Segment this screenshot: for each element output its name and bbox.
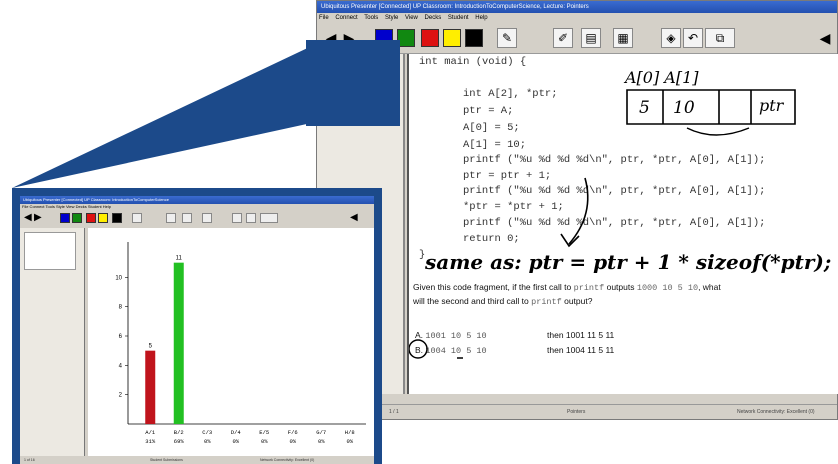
y-tick-label: 4 — [119, 363, 123, 369]
zoomed-undo-icon[interactable] — [246, 213, 256, 223]
zoomed-pen-red[interactable] — [86, 213, 96, 223]
zoomed-pen-yellow[interactable] — [98, 213, 108, 223]
zoomed-scroll-left-icon[interactable]: ◀ — [350, 212, 358, 223]
percent-label: 0% — [346, 438, 353, 445]
y-tick-label: 10 — [115, 275, 122, 281]
category-label: E/5 — [259, 429, 269, 436]
zoomed-pencil-icon[interactable] — [132, 213, 142, 223]
percent-label: 0% — [261, 438, 268, 445]
zoomed-screen-icon[interactable] — [260, 213, 278, 223]
zoomed-highlighter-icon[interactable] — [166, 213, 176, 223]
zoomed-status-mid: Student Submissions — [150, 458, 183, 462]
zoomed-next-icon[interactable]: ▶ — [34, 212, 42, 223]
zoomed-document-icon[interactable] — [202, 213, 212, 223]
zoomed-slide-icon[interactable] — [182, 213, 192, 223]
category-label: D/4 — [231, 429, 242, 436]
zoomed-status-right: Network Connectivity: Excellent (0) — [260, 458, 315, 462]
zoomed-slide[interactable]: 2 4 6 8 10 5 A/1 31% 11 B/2 69% C/3 0% D/4 0% E/5 0% F/6 0… — [88, 228, 374, 456]
response-bar-chart: 2 4 6 8 10 5 A/1 31% 11 B/2 69% C/3 0% D/4 0% E/5 0% F/6 0… — [115, 242, 366, 445]
bar-A-1 — [145, 350, 156, 424]
category-label: B/2 — [174, 429, 184, 436]
category-label: A/1 — [145, 429, 156, 436]
percent-label: 69% — [174, 438, 185, 445]
zoom-wedge — [12, 44, 396, 188]
percent-label: 0% — [289, 438, 296, 445]
zoomed-toolbar: ◀ ▶ ◀ — [20, 210, 374, 226]
category-label: G/7 — [316, 429, 326, 436]
zoomed-thumb-1[interactable] — [24, 232, 76, 270]
bar-B-2 — [173, 262, 184, 424]
percent-label: 31% — [145, 438, 156, 445]
zoomed-window-inner: Ubiquitous Presenter [Connected] UP Clas… — [20, 196, 374, 464]
zoomed-title: Ubiquitous Presenter [Connected] UP Clas… — [20, 196, 374, 204]
zoomed-eraser-icon[interactable] — [232, 213, 242, 223]
percent-label: 0% — [204, 438, 211, 445]
zoomed-pen-green[interactable] — [72, 213, 82, 223]
y-tick-label: 6 — [119, 334, 123, 340]
zoomed-thumbnails — [20, 228, 85, 456]
zoomed-pen-blue[interactable] — [60, 213, 70, 223]
category-label: H/8 — [345, 429, 355, 436]
category-label: F/6 — [288, 429, 298, 436]
percent-label: 0% — [232, 438, 239, 445]
zoomed-status-bar: 1 of 16 Student Submissions Network Conn… — [20, 456, 374, 464]
zoomed-prev-icon[interactable]: ◀ — [24, 212, 32, 223]
zoomed-status-left: 1 of 16 — [24, 458, 35, 462]
zoomed-instructor-window: Ubiquitous Presenter [Connected] UP Clas… — [12, 188, 382, 464]
zoomed-pen-black[interactable] — [112, 213, 122, 223]
percent-label: 0% — [318, 438, 325, 445]
y-tick-label: 2 — [119, 393, 123, 399]
y-tick-label: 8 — [119, 305, 123, 311]
category-label: C/3 — [202, 429, 212, 436]
bar-value-label: 5 — [149, 344, 153, 350]
bar-value-label: 11 — [176, 256, 183, 262]
